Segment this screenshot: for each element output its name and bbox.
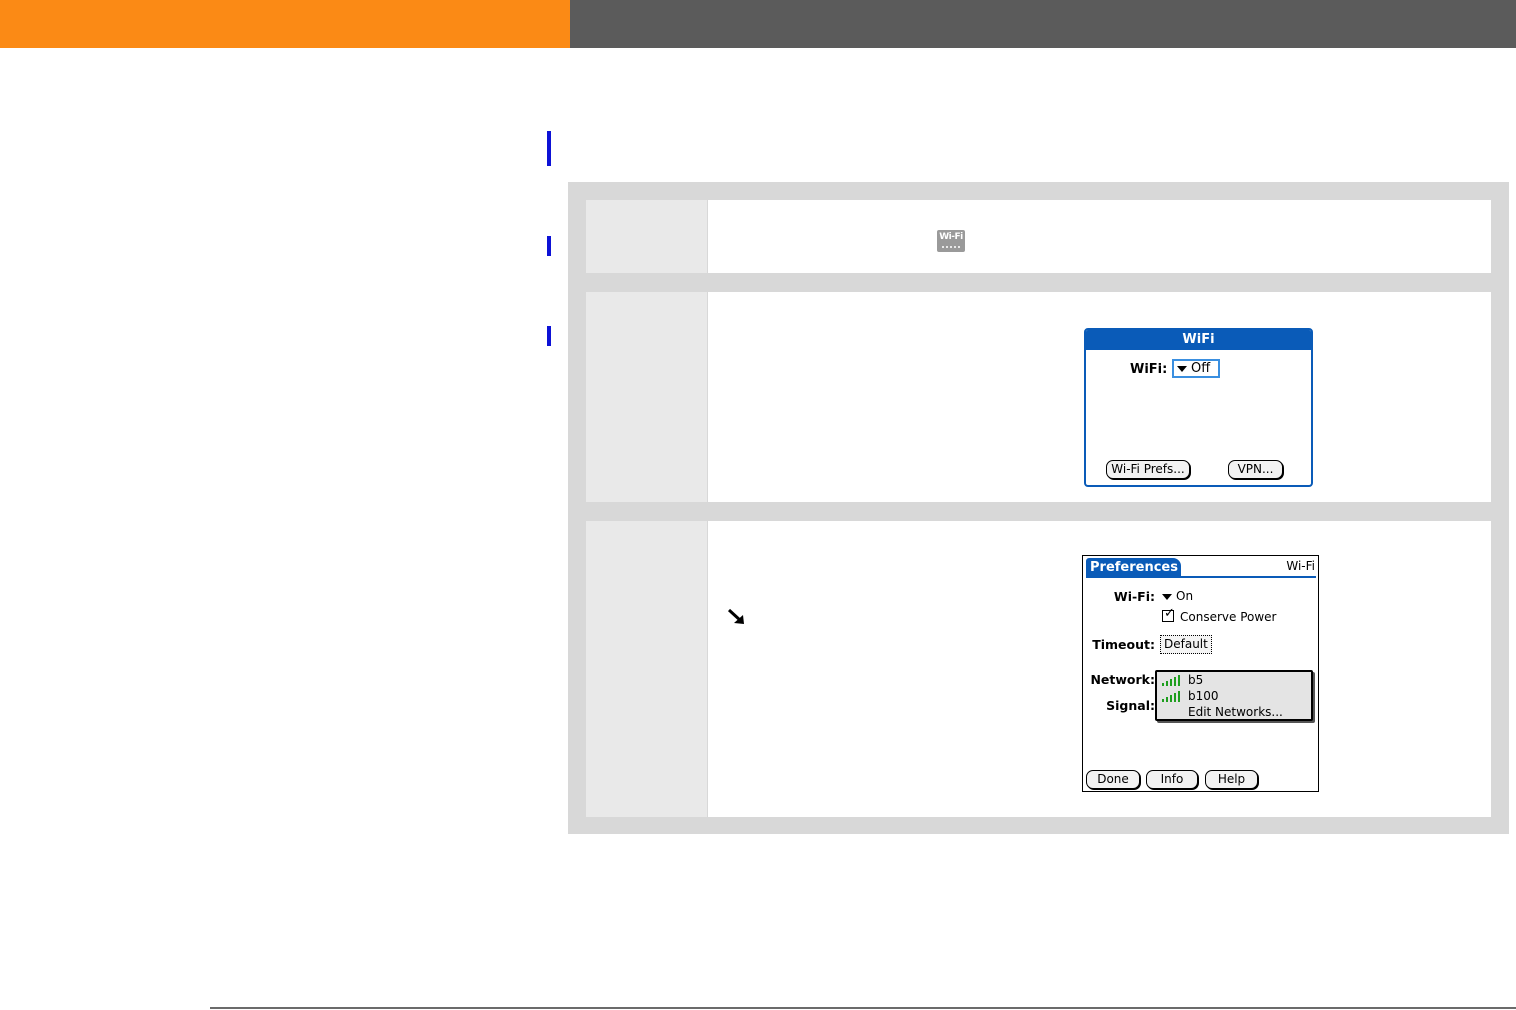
wifi-dialog-title: WiFi bbox=[1086, 330, 1311, 350]
step-marker-1 bbox=[547, 236, 551, 256]
timeout-selector[interactable]: Default bbox=[1160, 635, 1212, 654]
wifi-state-picker[interactable]: Off bbox=[1172, 359, 1220, 378]
wifi-app-icon-label: Wi-Fi bbox=[939, 232, 963, 242]
picker-triangle-icon bbox=[1162, 593, 1172, 600]
step-marker-2 bbox=[547, 326, 551, 346]
preferences-tab-title: Preferences bbox=[1086, 558, 1181, 577]
heading-marker bbox=[547, 131, 551, 166]
wifi-state-picker[interactable]: On bbox=[1162, 589, 1193, 603]
help-button[interactable]: Help bbox=[1205, 770, 1258, 789]
done-button[interactable]: Done bbox=[1086, 770, 1140, 789]
picker-triangle-icon bbox=[1177, 365, 1187, 372]
checkbox-checked-icon: ✓ bbox=[1162, 606, 1175, 622]
wifi-state-value: Off bbox=[1191, 361, 1211, 376]
step-2-number-cell bbox=[586, 292, 707, 502]
edit-networks-item[interactable]: Edit Networks... bbox=[1188, 705, 1283, 719]
signal-label: Signal: bbox=[1106, 698, 1155, 713]
preferences-screen: Preferences Wi-Fi Wi-Fi: On ✓ Conserve P… bbox=[1082, 555, 1319, 792]
header-band-gray bbox=[570, 0, 1516, 48]
network-item-b100[interactable]: b100 bbox=[1160, 689, 1308, 704]
category-picker[interactable]: Wi-Fi bbox=[1286, 559, 1315, 573]
footer-rule bbox=[210, 1007, 1516, 1009]
step-1-number-cell bbox=[586, 200, 707, 273]
wifi-app-icon: Wi-Fi bbox=[937, 230, 965, 252]
network-popup-list: b5 b100 Edit Networks... bbox=[1155, 670, 1313, 721]
info-button[interactable]: Info bbox=[1146, 770, 1198, 789]
header-band-orange bbox=[0, 0, 570, 48]
network-name: b100 bbox=[1188, 689, 1219, 703]
wifi-label: Wi-Fi: bbox=[1113, 589, 1155, 604]
step-3-number-cell bbox=[586, 521, 707, 817]
signal-strength-icon bbox=[1160, 691, 1180, 702]
network-item-b5[interactable]: b5 bbox=[1160, 673, 1308, 688]
title-rule bbox=[1086, 576, 1316, 578]
conserve-power-checkbox[interactable]: ✓ Conserve Power bbox=[1162, 606, 1277, 624]
vpn-button[interactable]: VPN... bbox=[1228, 460, 1283, 479]
network-label: Network: bbox=[1090, 672, 1155, 687]
down-right-arrow-icon bbox=[727, 608, 744, 624]
wifi-prefs-button[interactable]: Wi-Fi Prefs... bbox=[1106, 460, 1190, 479]
wifi-label: WiFi: bbox=[1130, 362, 1168, 377]
timeout-label: Timeout: bbox=[1092, 637, 1155, 652]
wifi-state-value: On bbox=[1176, 589, 1194, 603]
signal-strength-icon bbox=[1160, 675, 1180, 686]
step-1-body bbox=[708, 200, 1491, 273]
wifi-dialog: WiFi WiFi: Off Wi-Fi Prefs... VPN... bbox=[1084, 328, 1313, 487]
conserve-power-label: Conserve Power bbox=[1180, 610, 1277, 624]
network-name: b5 bbox=[1188, 673, 1204, 687]
